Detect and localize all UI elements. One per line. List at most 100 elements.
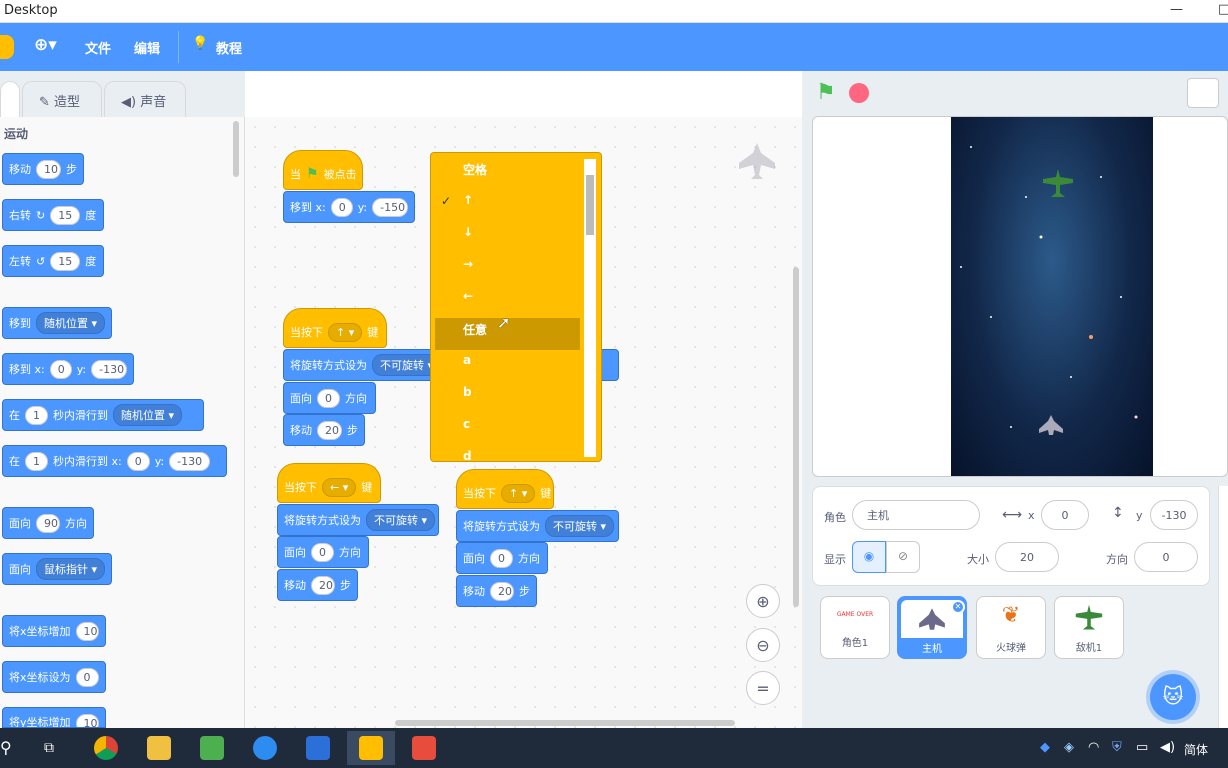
zoom-in-button[interactable]: ⊕ (746, 584, 780, 618)
seconds-input[interactable]: 1 (25, 405, 48, 425)
goto-xy-block[interactable]: 移到 x: 0 y: -150 (283, 191, 415, 223)
turn-right-block[interactable]: 右转 ↻ 15 度 (2, 199, 104, 231)
x-input[interactable]: 0 (330, 197, 353, 217)
move-steps-block[interactable]: 移动 10 步 (2, 153, 84, 185)
y-input[interactable]: -130 (1150, 500, 1198, 530)
x-input[interactable]: 0 (49, 359, 72, 379)
set-x-block[interactable]: 将x坐标设为 0 (2, 661, 106, 693)
stage-canvas[interactable] (951, 117, 1153, 476)
y-input[interactable]: -130 (169, 451, 211, 471)
scratch-app-icon[interactable] (347, 731, 395, 765)
turn-left-block[interactable]: 左转 ↺ 15 度 (2, 245, 104, 277)
move-steps-block[interactable]: 移动 20 步 (456, 575, 537, 607)
dropdown-item[interactable]: 任意 (463, 321, 487, 338)
recorder-app-icon[interactable] (400, 731, 448, 765)
set-rotation-style-block[interactable]: 将旋转方式设为 不可旋转 ▾ (456, 510, 619, 542)
size-input[interactable]: 20 (995, 542, 1059, 572)
steps-input[interactable]: 10 (36, 159, 61, 179)
sprite-card-selected[interactable]: 主机 ✕ (897, 596, 967, 659)
language-globe-icon[interactable]: ⊕▾ (34, 35, 57, 55)
move-steps-block[interactable]: 移动 20 步 (277, 569, 358, 601)
when-key-pressed-block[interactable]: 当按下 ↑ ▾ 键 (456, 469, 554, 509)
move-steps-block[interactable]: 移动 20 步 (283, 414, 365, 446)
when-key-pressed-block[interactable]: 当按下 ↑ ▾ 键 (283, 308, 387, 348)
change-y-block[interactable]: 将y坐标增加 10 (2, 707, 106, 728)
wifi-icon[interactable]: ◠ (1088, 740, 1099, 755)
tray-app-icon[interactable]: ◆ (1040, 740, 1050, 755)
sprite-card[interactable]: GAME OVER 角色1 (820, 596, 890, 659)
dropdown-item[interactable]: ↓ (463, 225, 473, 239)
dropdown-item[interactable]: b (463, 385, 472, 399)
goto-target-dropdown[interactable]: 随机位置 ▾ (36, 312, 106, 334)
file-menu[interactable]: 文件 (85, 38, 111, 57)
steps-input[interactable]: 20 (490, 581, 514, 601)
degrees-input[interactable]: 15 (50, 205, 81, 225)
edit-menu[interactable]: 编辑 (134, 38, 160, 57)
wps-writer-icon[interactable] (294, 731, 342, 765)
feishu-icon[interactable] (241, 731, 289, 765)
dropdown-item[interactable]: d (463, 449, 472, 461)
direction-input[interactable]: 0 (490, 548, 513, 568)
point-direction-block[interactable]: 面向 0 方向 (283, 382, 376, 414)
goto-block[interactable]: 移到 随机位置 ▾ (2, 307, 112, 339)
x-change-input[interactable]: 10 (75, 621, 99, 641)
hide-eye-icon[interactable]: ⊘ (886, 541, 920, 573)
when-flag-clicked-block[interactable]: 当 ⚑ 被点击 (283, 150, 363, 190)
sprite-name-input[interactable]: 主机 (852, 500, 980, 530)
point-direction-block[interactable]: 面向 0 方向 (456, 542, 548, 574)
x-input[interactable]: 0 (1041, 500, 1089, 530)
glide-target-dropdown[interactable]: 随机位置 ▾ (113, 404, 183, 426)
steps-input[interactable]: 20 (317, 420, 342, 440)
key-dropdown[interactable]: ↑ ▾ (501, 483, 536, 503)
battery-icon[interactable]: ▭ (1136, 740, 1148, 755)
zoom-out-button[interactable]: ⊖ (746, 628, 780, 662)
dropdown-item[interactable]: 空格 (463, 161, 487, 178)
stage-selector-edge[interactable] (1218, 486, 1228, 728)
tab-sounds[interactable]: ◀) 声音 (104, 81, 186, 117)
task-view-icon[interactable]: ⧉ (44, 740, 54, 756)
stop-button[interactable] (849, 83, 869, 103)
volume-icon[interactable]: ◀) (1160, 740, 1175, 755)
point-direction-block[interactable]: 面向 0 方向 (277, 536, 369, 568)
tutorial-menu[interactable]: 教程 (216, 38, 242, 57)
logo-icon[interactable] (0, 35, 14, 59)
dropdown-scrollbar[interactable] (584, 159, 596, 457)
set-rotation-style-block[interactable]: 将旋转方式设为 不可旋转 ▾ (277, 504, 439, 536)
glide-block[interactable]: 在 1 秒内滑行到 随机位置 ▾ (2, 399, 204, 431)
y-change-input[interactable]: 10 (75, 714, 99, 727)
degrees-input[interactable]: 15 (50, 251, 81, 271)
workspace-vscrollbar[interactable] (793, 267, 799, 607)
maximize-button[interactable]: □ (1218, 2, 1228, 17)
sprite-card[interactable]: ❦ 火球弹 (976, 596, 1046, 659)
key-dropdown[interactable]: ← ▾ (322, 477, 357, 497)
camtasia-icon[interactable] (188, 731, 236, 765)
delete-sprite-icon[interactable]: ✕ (951, 600, 965, 614)
small-stage-button[interactable] (1187, 78, 1219, 108)
x-input[interactable]: 0 (126, 451, 150, 471)
rotation-style-dropdown[interactable]: 不可旋转 ▾ (545, 515, 615, 537)
direction-input[interactable]: 0 (311, 542, 334, 562)
steps-input[interactable]: 20 (311, 575, 335, 595)
key-dropdown[interactable]: ↑ ▾ (328, 322, 363, 342)
dropdown-item[interactable]: → (463, 257, 473, 271)
y-input[interactable]: -150 (372, 197, 408, 217)
direction-input[interactable]: 90 (36, 513, 60, 533)
workspace-hscrollbar[interactable] (395, 720, 735, 726)
tab-costumes[interactable]: ✎ 造型 (22, 81, 102, 117)
add-sprite-cat-icon[interactable]: 🐱 (1150, 674, 1196, 720)
dropdown-item[interactable]: a (463, 353, 471, 367)
sprite-card[interactable]: 敌机1 (1054, 596, 1124, 659)
x-set-input[interactable]: 0 (75, 667, 99, 687)
shield-icon[interactable]: ⛨ (1112, 740, 1122, 755)
ime-indicator[interactable]: 简体 (1184, 741, 1208, 758)
dropdown-item[interactable]: ↑ (463, 193, 473, 207)
zoom-reset-button[interactable]: = (746, 671, 780, 705)
tray-box-icon[interactable]: ◈ (1064, 740, 1074, 755)
file-explorer-icon[interactable] (135, 731, 183, 765)
palette-scrollbar[interactable] (233, 121, 239, 177)
show-eye-icon[interactable]: ◉ (852, 541, 886, 573)
chrome-icon[interactable] (82, 731, 130, 765)
when-key-pressed-block[interactable]: 当按下 ← ▾ 键 (277, 463, 381, 503)
y-input[interactable]: -130 (91, 359, 127, 379)
change-x-block[interactable]: 将x坐标增加 10 (2, 615, 106, 647)
